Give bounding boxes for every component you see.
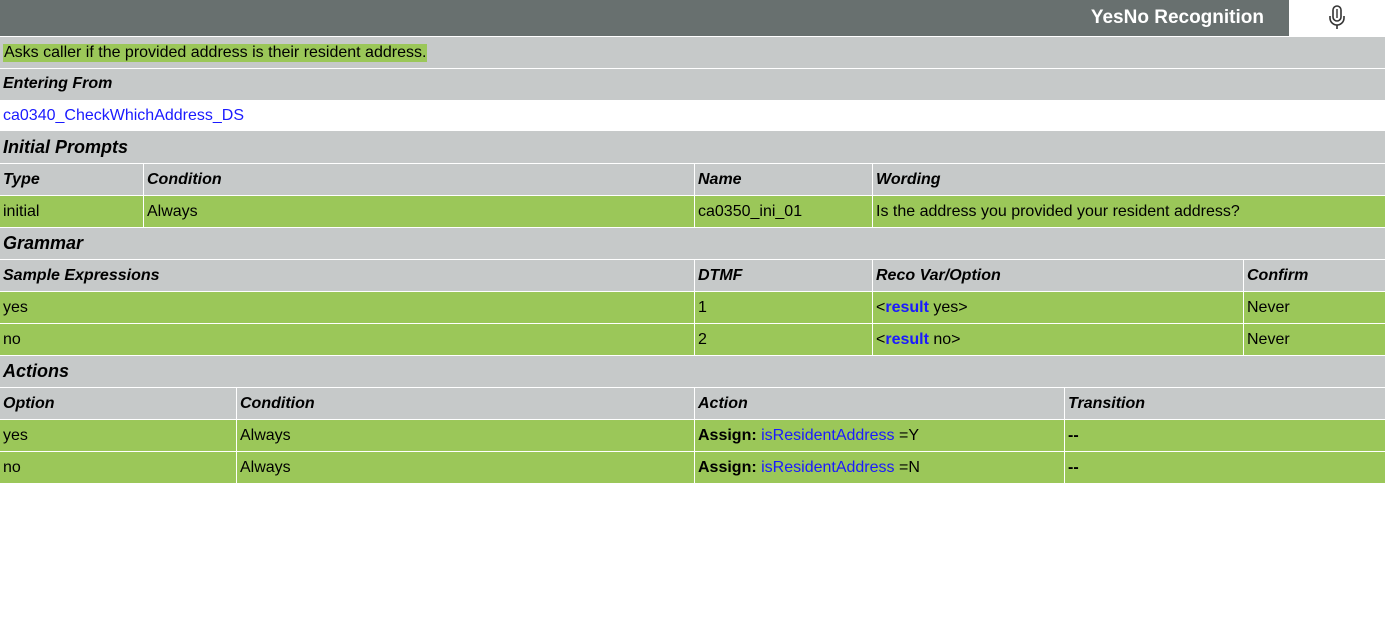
grammar-expression: yes — [3, 298, 28, 316]
actions-heading: Actions — [3, 361, 70, 381]
grammar-reco-var: < result no> — [872, 324, 1243, 355]
result-link[interactable]: result — [885, 299, 929, 317]
state-type-title: YesNo Recognition — [1090, 7, 1264, 28]
entering-from-row: ca0340_CheckWhichAddress_DS — [0, 99, 1385, 131]
prompt-type: initial — [3, 202, 40, 220]
description-text: Asks caller if the provided address is t… — [3, 43, 428, 62]
variable-link[interactable]: isResidentAddress — [761, 427, 894, 445]
action-transition: -- — [1064, 420, 1385, 451]
action-option: yes — [3, 426, 28, 444]
action-option: no — [3, 458, 21, 476]
grammar-header-row: Sample Expressions DTMF Reco Var/Option … — [0, 259, 1385, 291]
grammar-confirm: Never — [1243, 324, 1385, 355]
entering-from-heading: Entering From — [3, 75, 113, 92]
variable-link[interactable]: isResidentAddress — [761, 459, 894, 477]
table-row: yes Always Assign: isResidentAddress =Y … — [0, 419, 1385, 451]
column-header-dtmf: DTMF — [694, 260, 872, 291]
column-header-condition: Condition — [143, 164, 694, 195]
initial-prompts-header-row: Type Condition Name Wording — [0, 163, 1385, 195]
title-bar: YesNo Recognition — [0, 0, 1385, 37]
grammar-heading: Grammar — [3, 233, 84, 253]
column-header-confirm: Confirm — [1243, 260, 1385, 291]
column-header-type: Type — [3, 170, 40, 188]
result-link[interactable]: result — [885, 331, 929, 349]
column-header-reco-var: Reco Var/Option — [872, 260, 1243, 291]
table-row: yes 1 < result yes> Never — [0, 291, 1385, 323]
microphone-icon — [1289, 0, 1385, 36]
entering-from-link[interactable]: ca0340_CheckWhichAddress_DS — [0, 100, 1385, 131]
column-header-action-condition: Condition — [236, 388, 694, 419]
description-row: Asks caller if the provided address is t… — [0, 37, 1385, 68]
action-condition: Always — [236, 420, 694, 451]
entering-from-heading-row: Entering From — [0, 68, 1385, 99]
actions-heading-row: Actions — [0, 355, 1385, 387]
prompt-wording: Is the address you provided your residen… — [872, 196, 1385, 227]
column-header-transition: Transition — [1064, 388, 1385, 419]
grammar-heading-row: Grammar — [0, 227, 1385, 259]
action-assign: Assign: isResidentAddress =N — [694, 452, 1064, 483]
grammar-confirm: Never — [1243, 292, 1385, 323]
column-header-name: Name — [694, 164, 872, 195]
prompt-name: ca0350_ini_01 — [694, 196, 872, 227]
actions-header-row: Option Condition Action Transition — [0, 387, 1385, 419]
grammar-reco-var: < result yes> — [872, 292, 1243, 323]
column-header-wording: Wording — [872, 164, 1385, 195]
table-row: no Always Assign: isResidentAddress =N -… — [0, 451, 1385, 483]
column-header-option: Option — [3, 394, 55, 412]
grammar-expression: no — [3, 330, 21, 348]
grammar-dtmf: 1 — [694, 292, 872, 323]
column-header-action: Action — [694, 388, 1064, 419]
dialog-state-document: YesNo Recognition Asks caller if the pro… — [0, 0, 1385, 640]
column-header-sample-expressions: Sample Expressions — [3, 266, 160, 284]
initial-prompts-heading: Initial Prompts — [3, 136, 129, 157]
action-assign: Assign: isResidentAddress =Y — [694, 420, 1064, 451]
action-transition: -- — [1064, 452, 1385, 483]
initial-prompts-heading-row: Initial Prompts — [0, 131, 1385, 163]
table-row: initial Always ca0350_ini_01 Is the addr… — [0, 195, 1385, 227]
grammar-dtmf: 2 — [694, 324, 872, 355]
table-row: no 2 < result no> Never — [0, 323, 1385, 355]
action-condition: Always — [236, 452, 694, 483]
prompt-condition: Always — [143, 196, 694, 227]
